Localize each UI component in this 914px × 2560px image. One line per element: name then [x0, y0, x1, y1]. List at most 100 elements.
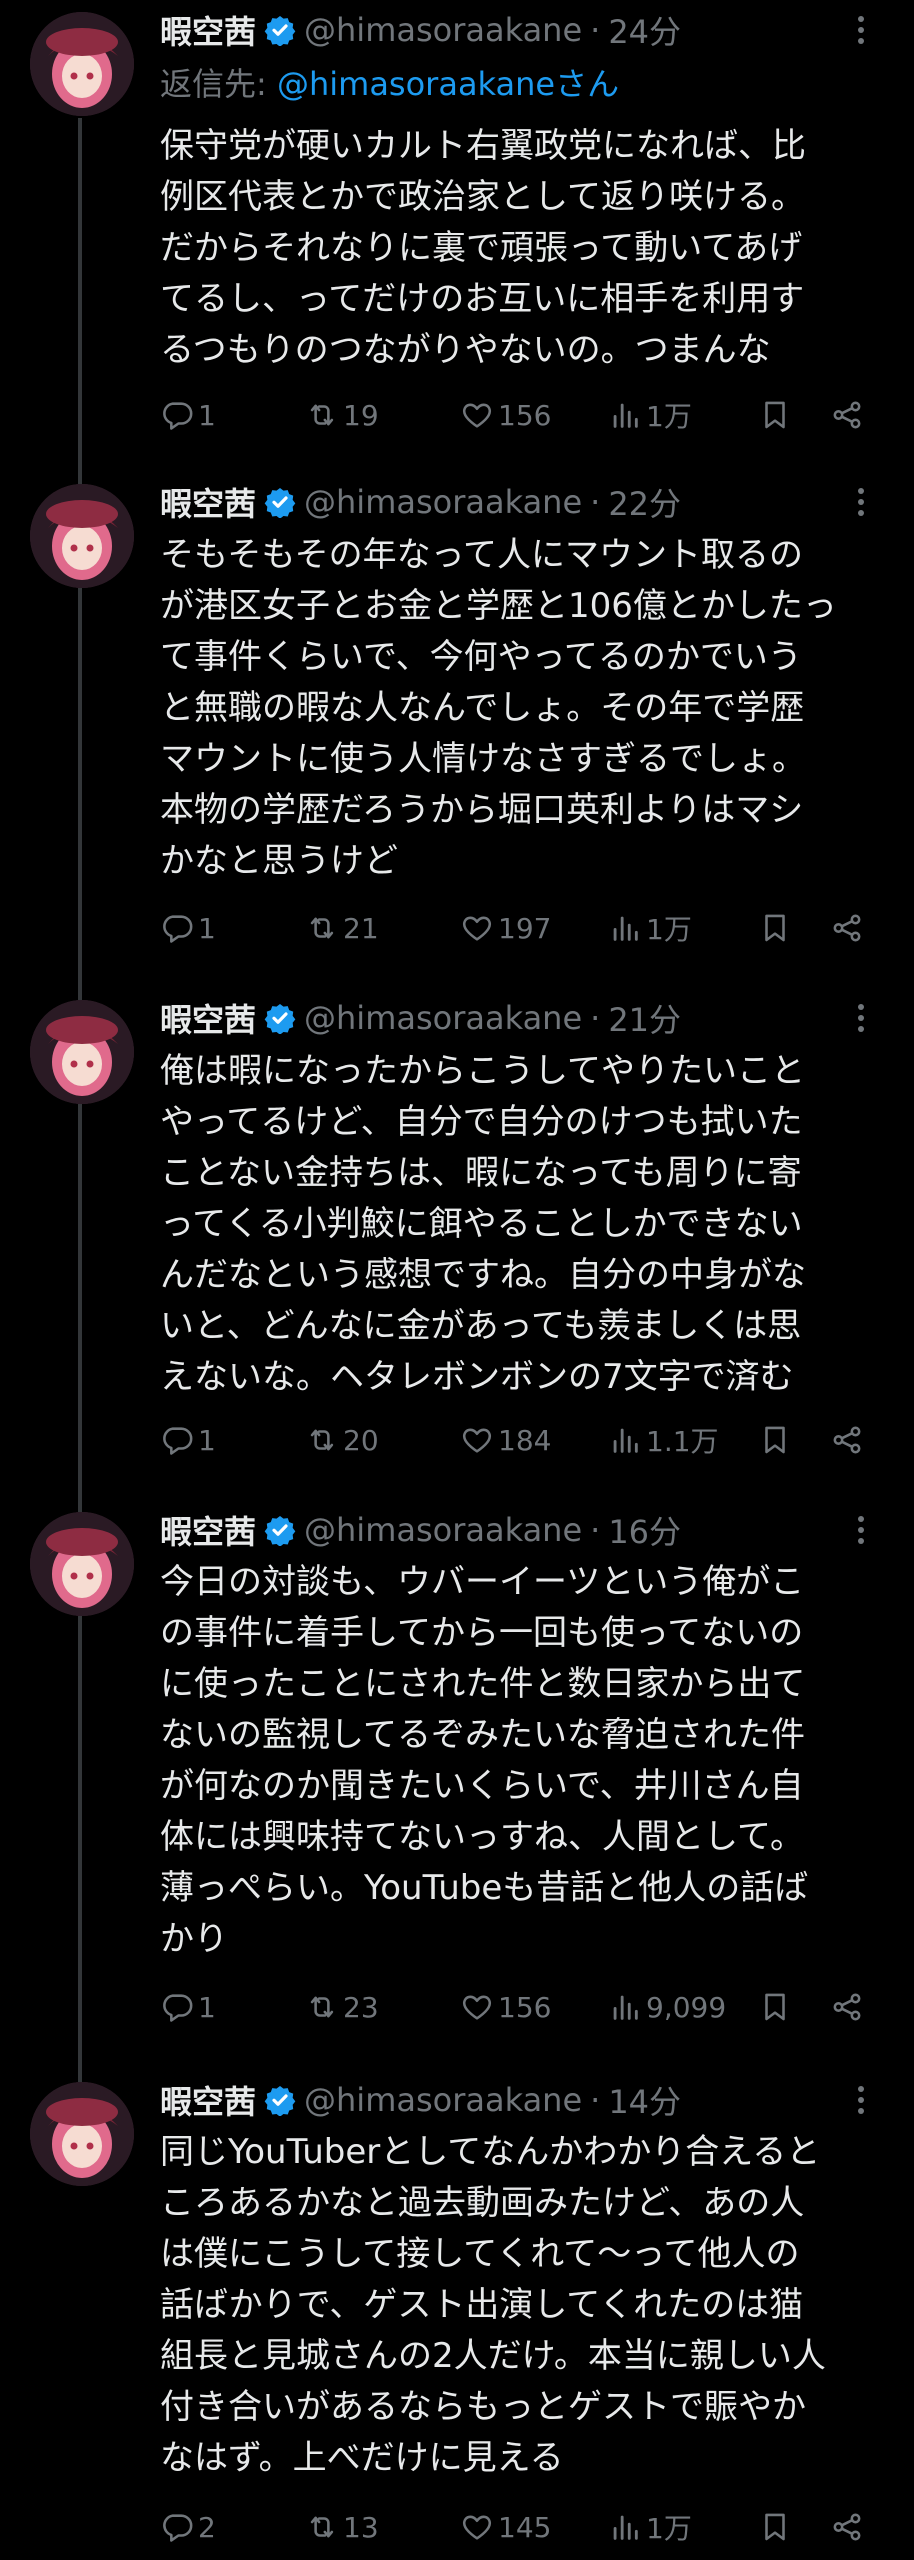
- reply-button[interactable]: 1: [160, 391, 216, 439]
- reply-button[interactable]: 1: [160, 1416, 216, 1464]
- tweet-header: 暇空茜 @himasoraakane · 16分: [160, 1508, 681, 1552]
- bookmark-button[interactable]: [758, 904, 796, 952]
- retweet-button[interactable]: 21: [305, 904, 379, 952]
- display-name[interactable]: 暇空茜: [160, 479, 256, 525]
- handle[interactable]: @himasoraakane: [304, 1511, 582, 1549]
- more-options-icon[interactable]: [846, 480, 876, 524]
- reply-icon: [163, 1427, 193, 1455]
- display-name[interactable]: 暇空茜: [160, 1507, 256, 1553]
- reply-icon: [163, 915, 193, 943]
- more-options-icon[interactable]: [846, 996, 876, 1040]
- reply-button[interactable]: 1: [160, 904, 216, 952]
- share-icon: [833, 1993, 861, 2021]
- thread-connector-line: [78, 470, 82, 484]
- views-button[interactable]: 1万: [608, 904, 692, 952]
- thread-connector-line: [78, 1104, 82, 1500]
- like-count: 156: [498, 398, 552, 432]
- like-button[interactable]: 156: [460, 391, 551, 439]
- tweet-text: 保守党が硬いカルト右翼政党になれば、比 例区代表とかで政治家として返り咲ける。 …: [160, 126, 806, 370]
- avatar[interactable]: [30, 1512, 134, 1616]
- avatar[interactable]: [30, 2082, 134, 2186]
- bookmark-button[interactable]: [758, 2503, 796, 2551]
- tweet[interactable]: 暇空茜 @himasoraakane · 22分 そもそもその年なって人にマウン…: [0, 470, 914, 990]
- views-chart-icon: [613, 1995, 638, 2020]
- timestamp[interactable]: 21分: [608, 995, 681, 1041]
- views-chart-icon: [613, 1428, 638, 1453]
- views-button[interactable]: 9,099: [608, 1983, 726, 2031]
- reply-button[interactable]: 1: [160, 1983, 216, 2031]
- view-count: 1.1万: [646, 1425, 719, 1458]
- like-button[interactable]: 184: [460, 1416, 551, 1464]
- heart-icon: [462, 1995, 492, 2020]
- retweet-count: 20: [343, 1423, 379, 1457]
- retweet-count: 19: [343, 398, 379, 432]
- display-name[interactable]: 暇空茜: [160, 7, 256, 53]
- tweet[interactable]: 暇空茜 @himasoraakane · 24分 返信先: @himasoraa…: [0, 0, 914, 470]
- reply-count: 1: [198, 398, 216, 432]
- share-icon: [833, 1426, 861, 1454]
- handle[interactable]: @himasoraakane: [304, 11, 582, 49]
- reply-icon: [163, 2514, 193, 2542]
- share-button[interactable]: [830, 1983, 868, 2031]
- reply-count: 2: [198, 2510, 216, 2544]
- views-button[interactable]: 1万: [608, 2503, 692, 2551]
- like-count: 156: [498, 1990, 552, 2024]
- like-button[interactable]: 197: [460, 904, 551, 952]
- reply-button[interactable]: 2: [160, 2503, 216, 2551]
- more-options-icon[interactable]: [846, 8, 876, 52]
- view-count: 1万: [646, 400, 692, 433]
- retweet-icon: [310, 2516, 334, 2538]
- heart-icon: [462, 1428, 492, 1453]
- share-button[interactable]: [830, 904, 868, 952]
- replying-to-link[interactable]: @himasoraakaneさん: [277, 65, 619, 103]
- tweet-text: 同じYouTuberとしてなんかわかり合えると ころあるかなと過去動画みたけど、…: [160, 2132, 826, 2478]
- view-count: 1万: [646, 2512, 692, 2545]
- like-button[interactable]: 145: [460, 2503, 551, 2551]
- bookmark-button[interactable]: [758, 1983, 796, 2031]
- handle[interactable]: @himasoraakane: [304, 2081, 582, 2119]
- thread-connector-line: [78, 118, 82, 470]
- view-count: 1万: [646, 913, 692, 946]
- handle[interactable]: @himasoraakane: [304, 999, 582, 1037]
- thread-connector-line: [78, 588, 82, 990]
- timestamp[interactable]: 14分: [608, 2077, 681, 2123]
- like-count: 197: [498, 911, 552, 945]
- bookmark-icon: [765, 1993, 785, 2021]
- timeline: 暇空茜 @himasoraakane · 24分 返信先: @himasoraa…: [0, 0, 914, 2560]
- display-name[interactable]: 暇空茜: [160, 995, 256, 1041]
- timestamp[interactable]: 22分: [608, 479, 681, 525]
- like-button[interactable]: 156: [460, 1983, 551, 2031]
- handle[interactable]: @himasoraakane: [304, 483, 582, 521]
- tweet-header: 暇空茜 @himasoraakane · 14分: [160, 2078, 681, 2122]
- retweet-button[interactable]: 23: [305, 1983, 379, 2031]
- tweet[interactable]: 暇空茜 @himasoraakane · 16分 今日の対談も、ウバーイーツとい…: [0, 1500, 914, 2070]
- avatar[interactable]: [30, 1000, 134, 1104]
- bookmark-button[interactable]: [758, 391, 796, 439]
- tweet[interactable]: 暇空茜 @himasoraakane · 14分 同じYouTuberとしてなん…: [0, 2070, 914, 2560]
- retweet-button[interactable]: 20: [305, 1416, 379, 1464]
- display-name[interactable]: 暇空茜: [160, 2077, 256, 2123]
- more-options-icon[interactable]: [846, 1508, 876, 1552]
- tweet-header: 暇空茜 @himasoraakane · 24分: [160, 8, 681, 52]
- tweet-text: そもそもその年なって人にマウント取るの が港区女子とお金と学歴と106億とかした…: [160, 535, 837, 881]
- views-chart-icon: [613, 403, 638, 428]
- action-bar: 1 23 156 9,099: [160, 1983, 870, 2031]
- avatar[interactable]: [30, 484, 134, 588]
- reply-icon: [163, 1994, 193, 2022]
- share-button[interactable]: [830, 2503, 868, 2551]
- timestamp[interactable]: 24分: [608, 7, 681, 53]
- share-button[interactable]: [830, 1416, 868, 1464]
- views-button[interactable]: 1.1万: [608, 1416, 719, 1464]
- bookmark-button[interactable]: [758, 1416, 796, 1464]
- tweet[interactable]: 暇空茜 @himasoraakane · 21分 俺は暇になったからこうしてやり…: [0, 990, 914, 1500]
- avatar-image: [30, 1000, 134, 1104]
- avatar[interactable]: [30, 12, 134, 116]
- bookmark-icon: [765, 914, 785, 942]
- views-chart-icon: [613, 916, 638, 941]
- timestamp[interactable]: 16分: [608, 1507, 681, 1553]
- more-options-icon[interactable]: [846, 2078, 876, 2122]
- retweet-button[interactable]: 19: [305, 391, 379, 439]
- views-button[interactable]: 1万: [608, 391, 692, 439]
- share-button[interactable]: [830, 391, 868, 439]
- retweet-button[interactable]: 13: [305, 2503, 379, 2551]
